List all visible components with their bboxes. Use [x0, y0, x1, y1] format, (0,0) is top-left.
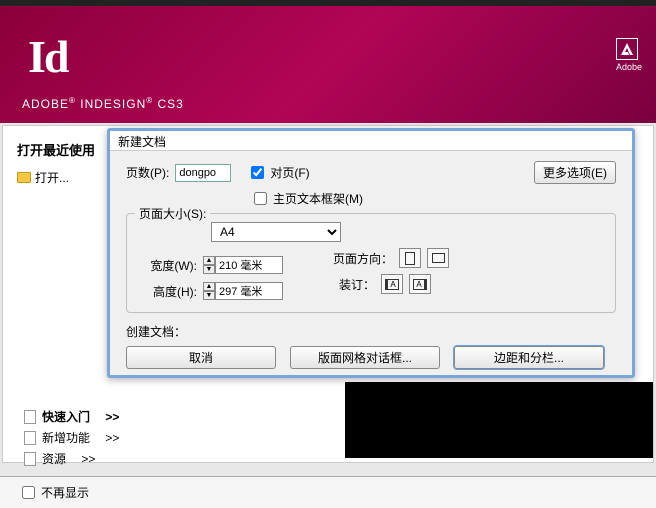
- folder-icon: [17, 172, 31, 183]
- new-document-dialog: 新建文档 页数(P): 对页(F) 更多选项(E) 主页文本框架(M) 页面大小…: [107, 128, 635, 378]
- pages-input[interactable]: [175, 164, 231, 182]
- page-size-group: 页面大小(S): A4 宽度(W): ▲▼: [126, 213, 616, 313]
- open-item[interactable]: 打开...: [17, 169, 95, 186]
- width-label: 宽度(W):: [139, 257, 197, 274]
- binding-left-button[interactable]: A: [381, 274, 403, 294]
- resources-link[interactable]: 资源 >>: [24, 450, 119, 467]
- product-name: ADOBE® INDESIGN® CS3: [22, 96, 184, 111]
- layout-grid-button[interactable]: 版面网格对话框...: [290, 346, 440, 369]
- master-frame-label: 主页文本框架(M): [273, 190, 363, 207]
- binding-label: 装订：: [333, 276, 375, 293]
- width-up[interactable]: ▲: [203, 256, 215, 265]
- master-frame-checkbox[interactable]: [254, 192, 267, 205]
- bind-right-icon: A: [413, 279, 427, 290]
- height-down[interactable]: ▼: [203, 291, 215, 300]
- page-size-select[interactable]: A4: [211, 222, 341, 242]
- document-icon: [24, 431, 36, 445]
- portrait-icon: [405, 252, 415, 265]
- preview-panel: [345, 382, 653, 458]
- quickstart-link[interactable]: 快速入门 >>: [24, 408, 119, 425]
- open-label: 打开...: [35, 169, 69, 186]
- landscape-icon: [432, 253, 445, 263]
- dont-show-label: 不再显示: [41, 484, 89, 501]
- adobe-brand-mark: Adobe: [616, 38, 642, 72]
- page-size-legend: 页面大小(S):: [135, 205, 210, 222]
- create-document-label: 创建文档：: [126, 323, 616, 340]
- dont-show-checkbox[interactable]: [22, 486, 35, 499]
- facing-pages-label: 对页(F): [270, 164, 309, 181]
- facing-pages-checkbox[interactable]: [251, 166, 264, 179]
- footer-bar: 不再显示: [0, 476, 656, 508]
- newfeatures-link[interactable]: 新增功能 >>: [24, 429, 119, 446]
- cancel-button[interactable]: 取消: [126, 346, 276, 369]
- width-down[interactable]: ▼: [203, 265, 215, 274]
- height-label: 高度(H):: [139, 283, 197, 300]
- help-links: 快速入门 >> 新增功能 >> 资源 >>: [24, 408, 119, 471]
- orientation-landscape-button[interactable]: [427, 248, 449, 268]
- more-options-button[interactable]: 更多选项(E): [534, 161, 616, 184]
- document-icon: [24, 410, 36, 424]
- app-logo: Id: [28, 30, 67, 83]
- binding-right-button[interactable]: A: [409, 274, 431, 294]
- orientation-label: 页面方向：: [333, 250, 393, 267]
- bind-left-icon: A: [385, 279, 399, 290]
- margins-columns-button[interactable]: 边距和分栏...: [454, 346, 604, 369]
- height-input[interactable]: [215, 282, 283, 300]
- pages-label: 页数(P):: [126, 164, 169, 181]
- app-header: Id ADOBE® INDESIGN® CS3 Adobe: [0, 0, 656, 123]
- dialog-title: 新建文档: [110, 131, 632, 151]
- width-input[interactable]: [215, 256, 283, 274]
- orientation-portrait-button[interactable]: [399, 248, 421, 268]
- recent-title: 打开最近使用: [17, 140, 95, 159]
- height-up[interactable]: ▲: [203, 282, 215, 291]
- document-icon: [24, 452, 36, 466]
